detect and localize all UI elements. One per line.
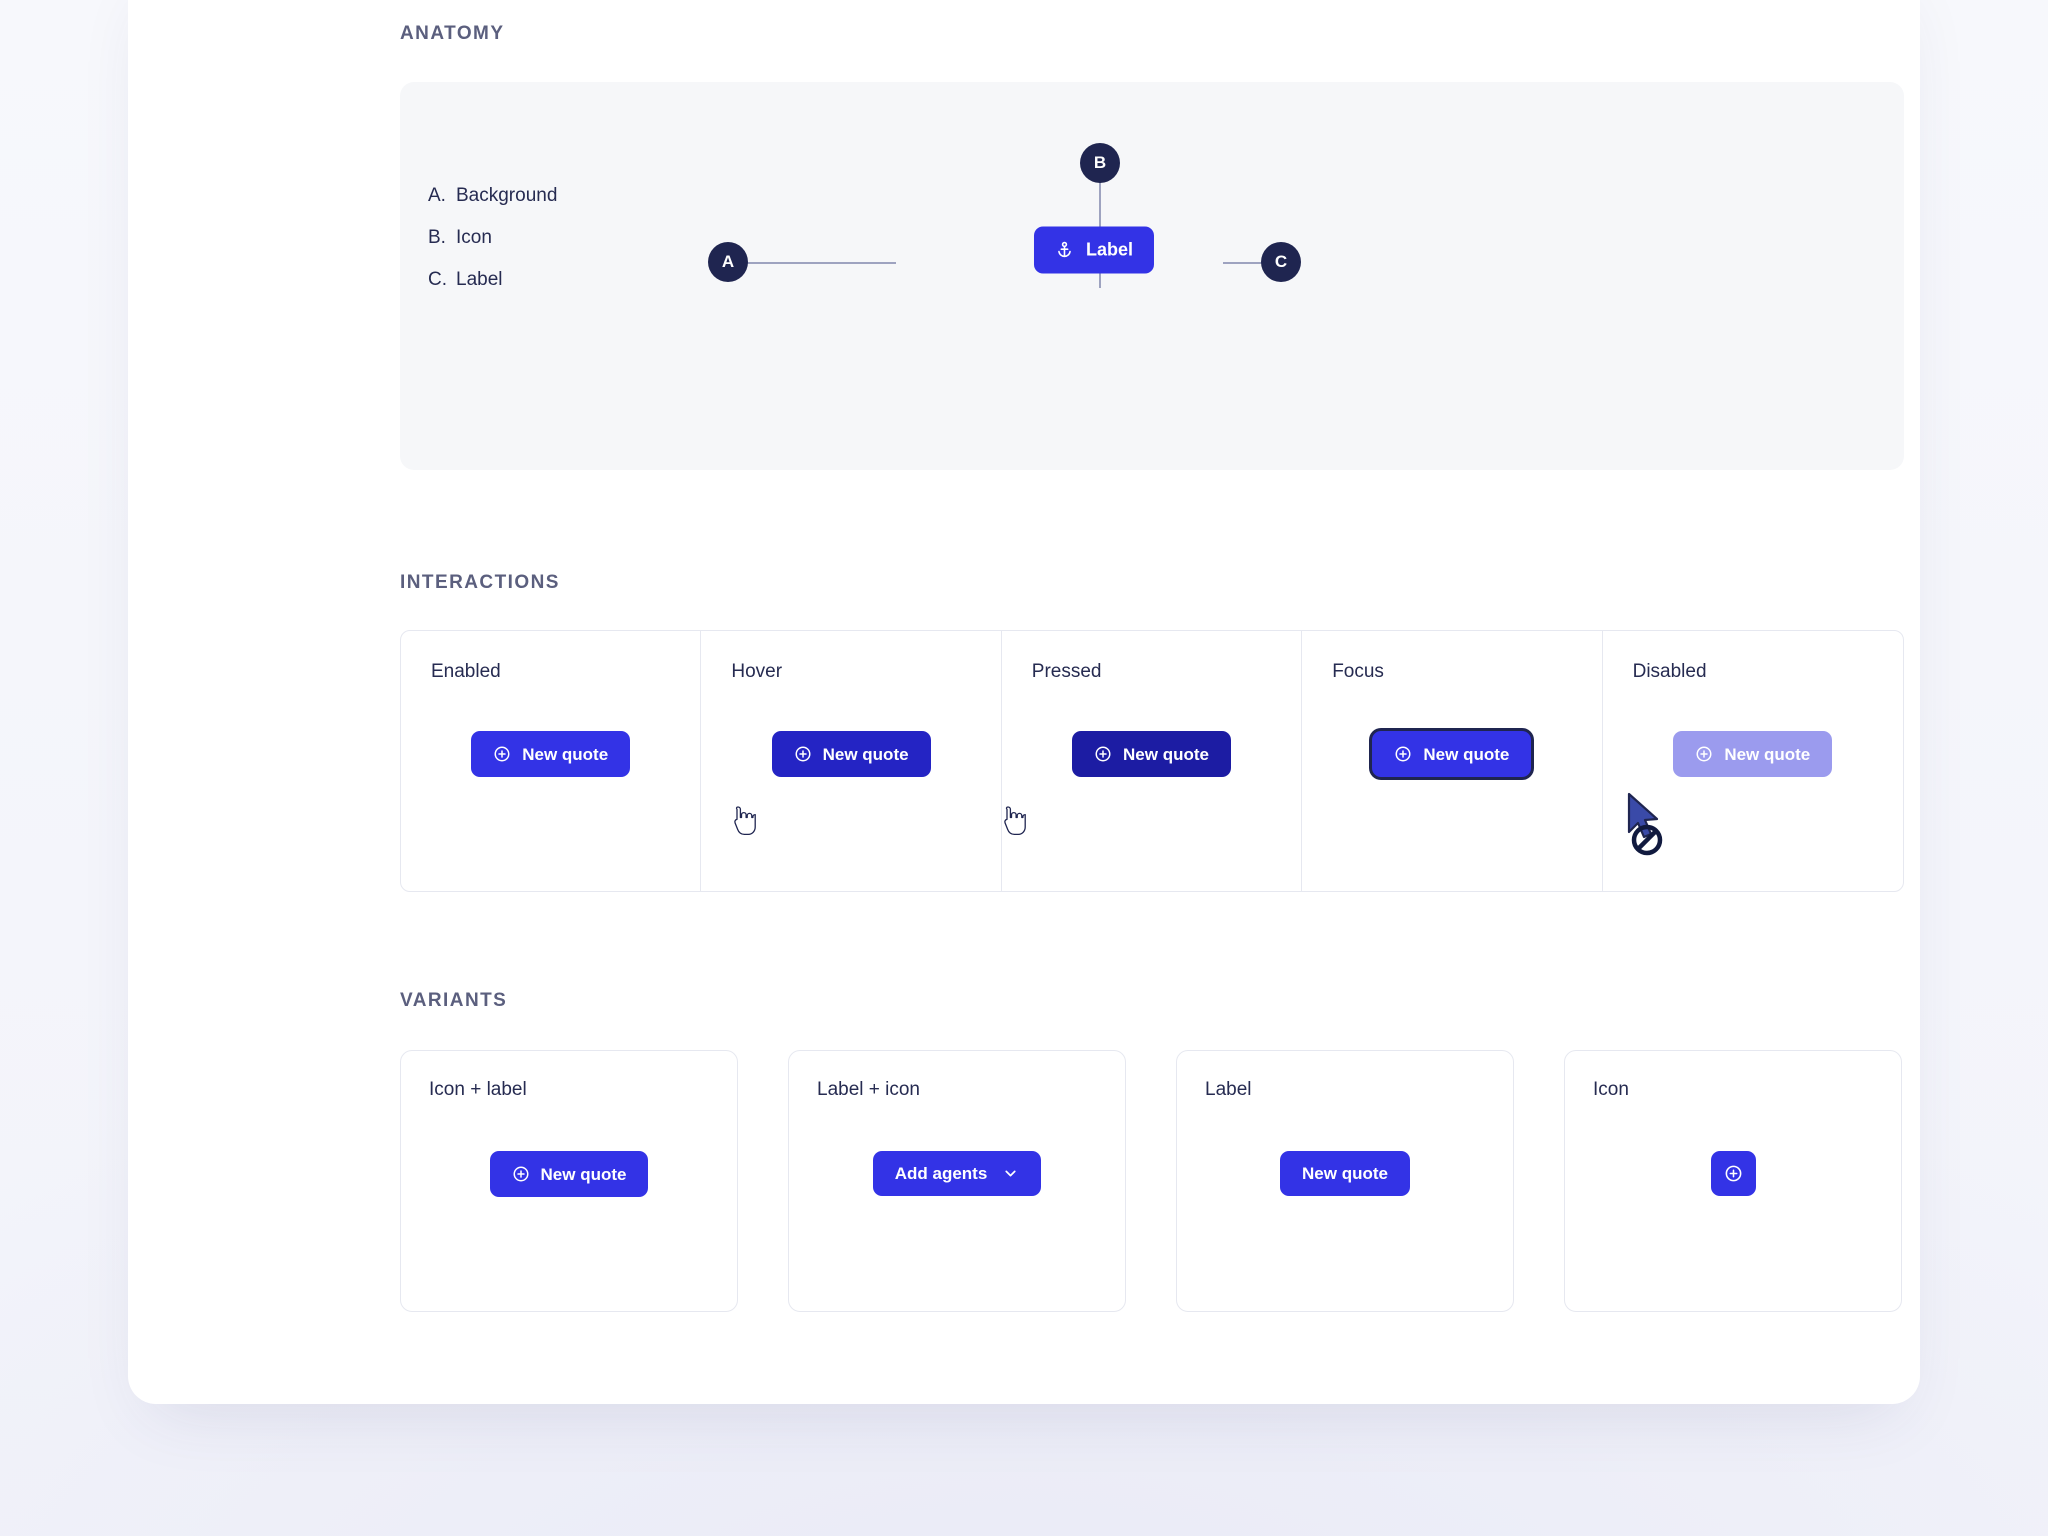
legend-item-c: C. Label: [428, 269, 557, 291]
state-cell-pressed: Pressed New quote: [1002, 631, 1303, 891]
state-cell-hover: Hover New quote: [701, 631, 1002, 891]
legend-item-c-label: Label: [456, 269, 503, 290]
plus-circle-icon: [1724, 1164, 1743, 1183]
legend-item-a-key: A.: [428, 185, 446, 206]
state-button-wrap-hover: New quote: [701, 731, 1000, 777]
new-quote-button-label-only[interactable]: New quote: [1280, 1151, 1410, 1196]
legend-item-b: B. Icon: [428, 227, 557, 249]
anatomy-sample-button[interactable]: Label: [1033, 226, 1155, 274]
variant-button-wrap-label: New quote: [1177, 1151, 1513, 1196]
variant-button-wrap-icon: [1565, 1151, 1901, 1196]
new-quote-button-enabled[interactable]: New quote: [471, 731, 631, 777]
variant-button-wrap-label-icon: Add agents: [789, 1151, 1125, 1196]
new-quote-button-focus-label: New quote: [1423, 744, 1510, 764]
leader-line-c: [1223, 262, 1263, 264]
new-quote-button-pressed-label: New quote: [1123, 744, 1209, 764]
state-button-wrap-pressed: New quote: [1002, 731, 1301, 777]
anatomy-sample-button-label: Label: [1085, 239, 1134, 260]
new-quote-button-enabled-label: New quote: [522, 744, 609, 764]
variant-label-label: Label: [1205, 1079, 1252, 1100]
anatomy-node-b: B: [1080, 143, 1120, 183]
variant-label-label-icon: Label + icon: [817, 1079, 920, 1100]
new-quote-button-icon-label[interactable]: New quote: [489, 1151, 649, 1197]
new-quote-button-icon-only[interactable]: [1710, 1151, 1756, 1196]
interactions-section-title: INTERACTIONS: [400, 572, 560, 593]
content-panel: ANATOMY A B C Label A. Background B. Ico…: [128, 0, 1920, 1404]
state-cell-disabled: Disabled New quote: [1603, 631, 1903, 891]
variant-card-label-icon: Label + icon Add agents: [788, 1050, 1126, 1312]
anatomy-node-a: A: [708, 242, 748, 282]
variant-button-wrap-icon-label: New quote: [401, 1151, 737, 1197]
variant-card-icon: Icon: [1564, 1050, 1902, 1312]
state-label-pressed: Pressed: [1031, 661, 1102, 682]
new-quote-button-hover-label: New quote: [822, 744, 909, 764]
legend-item-a: A. Background: [428, 185, 557, 207]
anatomy-node-c-label: C: [1274, 252, 1288, 271]
add-agents-button[interactable]: Add agents: [872, 1151, 1042, 1196]
variant-label-icon-label: Icon + label: [429, 1079, 527, 1100]
new-quote-button-label-only-text: New quote: [1302, 1164, 1388, 1183]
plus-circle-icon: [493, 745, 511, 763]
new-quote-button-disabled: New quote: [1673, 731, 1833, 777]
interaction-states-grid: Enabled New quote Hover New quote Presse…: [400, 630, 1904, 892]
state-button-wrap-focus: New quote: [1302, 731, 1601, 777]
leader-line-a: [746, 262, 896, 264]
anatomy-section-title: ANATOMY: [400, 23, 505, 44]
state-button-wrap-disabled: New quote: [1603, 731, 1903, 777]
chevron-down-icon: [1002, 1165, 1019, 1182]
anatomy-legend: A. Background B. Icon C. Label: [428, 185, 557, 311]
plus-circle-icon: [1695, 745, 1713, 763]
variant-card-icon-label: Icon + label New quote: [400, 1050, 738, 1312]
new-quote-button-focus[interactable]: New quote: [1372, 731, 1532, 777]
legend-item-a-label: Background: [456, 185, 558, 206]
plus-circle-icon: [1394, 745, 1412, 763]
new-quote-button-icon-label-text: New quote: [540, 1164, 627, 1184]
new-quote-button-pressed[interactable]: New quote: [1072, 731, 1231, 777]
anchor-icon: [1055, 241, 1074, 260]
anatomy-node-c: C: [1261, 242, 1301, 282]
new-quote-button-disabled-label: New quote: [1724, 744, 1811, 764]
anatomy-stage: [400, 82, 1904, 470]
legend-item-b-key: B.: [428, 227, 446, 248]
anatomy-node-a-label: A: [721, 252, 735, 271]
state-label-enabled: Enabled: [431, 661, 501, 682]
state-label-focus: Focus: [1332, 661, 1384, 682]
anatomy-node-b-label: B: [1093, 153, 1107, 172]
state-button-wrap-enabled: New quote: [401, 731, 700, 777]
state-cell-enabled: Enabled New quote: [401, 631, 702, 891]
plus-circle-icon: [512, 1165, 530, 1183]
legend-item-b-label: Icon: [456, 227, 492, 248]
variants-row: Icon + label New quote Label + icon Add …: [400, 1050, 1904, 1312]
variant-card-label: Label New quote: [1176, 1050, 1514, 1312]
plus-circle-icon: [1094, 745, 1112, 763]
new-quote-button-hover[interactable]: New quote: [771, 731, 931, 777]
legend-item-c-key: C.: [428, 269, 447, 290]
variant-label-icon: Icon: [1593, 1079, 1629, 1100]
state-label-disabled: Disabled: [1632, 661, 1707, 682]
state-cell-focus: Focus New quote: [1302, 631, 1603, 891]
plus-circle-icon: [794, 745, 812, 763]
add-agents-button-label: Add agents: [894, 1164, 988, 1183]
variants-section-title: VARIANTS: [400, 990, 508, 1011]
state-label-hover: Hover: [731, 661, 783, 682]
